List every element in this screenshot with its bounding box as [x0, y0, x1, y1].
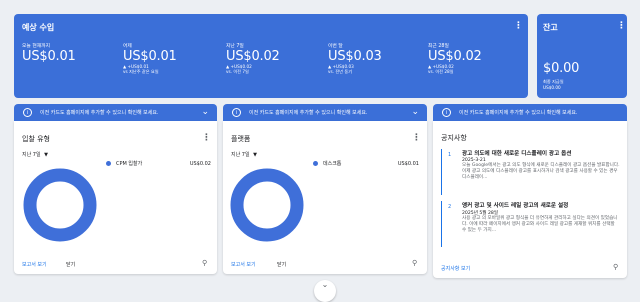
donut-chart[interactable] — [229, 167, 305, 243]
earnings-title: 예상 수입 — [22, 23, 55, 32]
report-link[interactable]: 보고서 보기 — [22, 261, 47, 268]
balance-title: 잔고 — [543, 23, 558, 32]
platform-card: i 이전 카드도 홈페이지에 추가할 수 있으니 확인해 보세요. ⌄ 플랫폼 … — [223, 104, 427, 274]
chevron-down-icon[interactable]: ⌄ — [411, 108, 419, 117]
news-summary: 오늘 Google에서는 광고 의도 형식에 새로운 디스플레이 광고 옵션을 … — [462, 163, 620, 180]
card-title: 공지사항 — [441, 134, 467, 142]
ad-type-body: 입찰 유형 ⋮ 지난 7일 ▼ CPM 입찰가 US$0.02 보고서 보기 닫… — [14, 121, 217, 274]
metric-value: US$0.03 — [328, 49, 382, 64]
close-button[interactable]: 닫기 — [277, 261, 286, 268]
caret-down-icon: ▼ — [253, 152, 258, 158]
metric-this-month[interactable]: 이번 달 US$0.03 ▲ +US$0.03 vs. 전년 동기 — [328, 42, 428, 74]
pin-icon[interactable]: ⚲ — [613, 263, 618, 271]
report-link[interactable]: 보고서 보기 — [231, 261, 256, 268]
chevron-down-icon[interactable]: ⌄ — [201, 108, 209, 117]
range-dropdown[interactable]: 지난 7일 ▼ — [231, 151, 257, 158]
expand-button[interactable]: ⌄ — [314, 280, 336, 302]
metric-value: US$0.02 — [226, 49, 280, 64]
news-all-link[interactable]: 공지사항 보기 — [441, 265, 470, 272]
news-divider — [441, 201, 442, 247]
info-icon: i — [442, 108, 451, 117]
card-title: 플랫폼 — [231, 135, 251, 143]
legend-item: 데스크톱 US$0.01 — [313, 160, 419, 167]
balance-value: $0.00 — [543, 61, 580, 76]
close-button[interactable]: 닫기 — [66, 261, 75, 268]
news-number: 2 — [448, 204, 452, 210]
legend-dot — [106, 161, 111, 166]
news-summary: 사용 광고 의 모바일위 광고 형식을 더 유연하게 관리하고 싶다는 의견이 … — [462, 216, 618, 233]
metric-compare: vs. 이전 28일 — [428, 69, 454, 75]
range-label: 지난 7일 — [22, 152, 41, 158]
banner-text: 이전 카드도 홈페이지에 추가할 수 있으니 확인해 보세요. — [459, 110, 578, 116]
pin-icon[interactable]: ⚲ — [412, 259, 417, 267]
legend-value: US$0.01 — [397, 160, 419, 167]
range-label: 지난 7일 — [231, 152, 250, 158]
info-banner[interactable]: i 이전 카드도 홈페이지에 추가할 수 있으니 확인해 보세요. ⌄ — [223, 104, 427, 121]
legend-item: CPM 입찰가 US$0.02 — [106, 160, 211, 167]
info-icon: i — [23, 108, 32, 117]
news-headline[interactable]: 광고 의도에 대한 새로운 디스플레이 광고 옵션 — [462, 151, 620, 158]
info-icon: i — [232, 108, 241, 117]
legend-dot — [313, 161, 318, 166]
news-number: 1 — [448, 152, 452, 158]
metric-value: US$0.01 — [22, 49, 76, 64]
metric-value: US$0.02 — [428, 49, 482, 64]
balance-more-icon[interactable]: ⋮ — [617, 22, 626, 31]
news-content: 광고 의도에 대한 새로운 디스플레이 광고 옵션 2025-3-21 오늘 G… — [462, 151, 620, 181]
metric-value: US$0.01 — [123, 49, 177, 64]
legend-label: 데스크톱 — [323, 161, 342, 167]
metric-compare: vs. 이전 7일 — [226, 69, 249, 75]
earnings-card: 예상 수입 ⋮ 오늘 현재까지 US$0.01 어제 US$0.01 ▲ +US… — [14, 14, 528, 98]
metric-label: 오늘 현재까지 — [22, 44, 51, 49]
range-dropdown[interactable]: 지난 7일 ▼ — [22, 151, 48, 158]
more-icon[interactable]: ⋮ — [202, 134, 211, 143]
ad-type-card: i 이전 카드도 홈페이지에 추가할 수 있으니 확인해 보세요. ⌄ 입찰 유… — [14, 104, 217, 274]
legend-label: CPM 입찰가 — [116, 161, 143, 167]
metric-last28[interactable]: 최근 28일 US$0.02 ▲ +US$0.02 vs. 이전 28일 — [428, 42, 523, 74]
platform-body: 플랫폼 ⋮ 지난 7일 ▼ 데스크톱 US$0.01 보고서 보기 닫기 ⚲ — [223, 121, 427, 274]
metric-last7[interactable]: 지난 7일 US$0.02 ▲ +US$0.02 vs. 이전 7일 — [226, 42, 326, 74]
balance-card[interactable]: 잔고 ⋮ $0.00 최종 지급일 US$0.00 — [537, 14, 627, 98]
banner-text: 이전 카드도 홈페이지에 추가할 수 있으니 확인해 보세요. — [40, 110, 159, 116]
more-icon[interactable]: ⋮ — [412, 134, 421, 143]
pin-icon[interactable]: ⚲ — [202, 259, 207, 267]
card-title: 입찰 유형 — [22, 135, 50, 143]
news-body: 공지사항 1 광고 의도에 대한 새로운 디스플레이 광고 옵션 2025-3-… — [433, 121, 627, 278]
news-divider — [441, 149, 442, 195]
metric-compare: vs. 전년 동기 — [328, 69, 353, 75]
metric-yesterday[interactable]: 어제 US$0.01 ▲ +US$0.01 vs 지난주 같은 요일 — [123, 42, 223, 74]
legend-value: US$0.02 — [189, 160, 211, 167]
info-banner[interactable]: i 이전 카드도 홈페이지에 추가할 수 있으니 확인해 보세요. ⌄ — [14, 104, 217, 121]
metric-label: 어제 — [123, 44, 132, 49]
news-card: i 이전 카드도 홈페이지에 추가할 수 있으니 확인해 보세요. 공지사항 1… — [433, 104, 627, 278]
earnings-more-icon[interactable]: ⋮ — [514, 22, 523, 31]
metric-today[interactable]: 오늘 현재까지 US$0.01 — [22, 42, 117, 64]
chevron-down-icon: ⌄ — [321, 280, 329, 289]
donut-chart[interactable] — [22, 167, 98, 243]
metric-label: 최근 28일 — [428, 44, 449, 49]
caret-down-icon: ▼ — [44, 152, 49, 158]
metric-compare: vs 지난주 같은 요일 — [123, 69, 159, 75]
news-headline[interactable]: 앵커 광고 및 사이드 레일 광고의 새로운 설정 — [462, 203, 620, 210]
metric-label: 이번 달 — [328, 44, 343, 49]
info-banner[interactable]: i 이전 카드도 홈페이지에 추가할 수 있으니 확인해 보세요. — [433, 104, 627, 121]
news-content: 앵커 광고 및 사이드 레일 광고의 새로운 설정 2025년 5월 28일 사… — [462, 203, 620, 234]
last-payment-value: US$0.00 — [543, 85, 561, 90]
metric-label: 지난 7일 — [226, 44, 244, 49]
last-payment-label: 최종 지급일 — [543, 79, 564, 84]
banner-text: 이전 카드도 홈페이지에 추가할 수 있으니 확인해 보세요. — [249, 110, 368, 116]
